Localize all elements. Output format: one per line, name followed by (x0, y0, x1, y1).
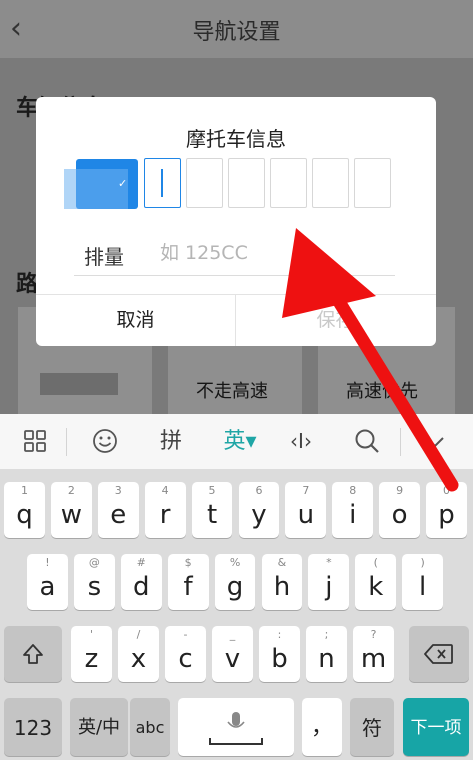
red-arrow-annotation (282, 228, 459, 492)
